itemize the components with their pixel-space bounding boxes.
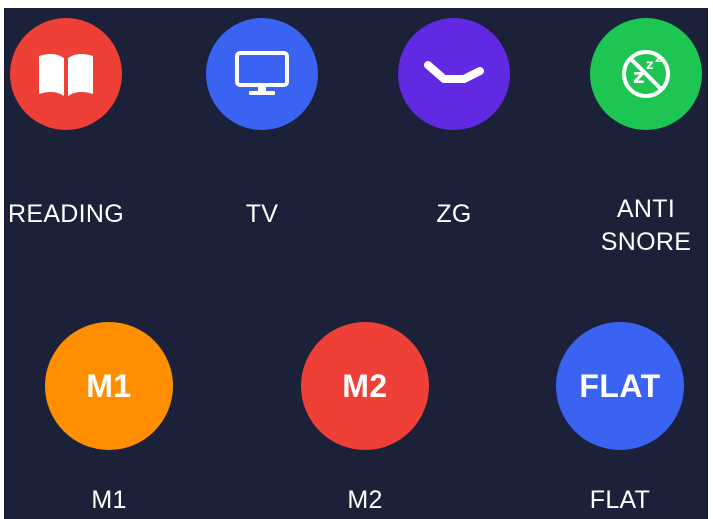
- tv-label: TV: [245, 200, 279, 228]
- zero-gravity-icon: [424, 59, 484, 89]
- anti-snore-button[interactable]: z z z: [590, 18, 702, 130]
- flat-button-text: FLAT: [579, 367, 661, 404]
- anti-snore-label: ANTI SNORE: [571, 193, 708, 259]
- flat-label: FLAT: [589, 486, 651, 514]
- svg-text:z: z: [655, 52, 661, 65]
- zg-button[interactable]: [398, 18, 510, 130]
- reading-button[interactable]: [10, 18, 122, 130]
- open-book-icon: [37, 50, 95, 98]
- m2-label: M2: [347, 486, 383, 514]
- tv-monitor-icon: [234, 50, 290, 98]
- m1-label: M1: [91, 486, 127, 514]
- bed-preset-panel: READING TV ZG z z z ANTI SNORE M1 M1 M2 …: [4, 8, 708, 519]
- m1-button-text: M1: [86, 367, 132, 404]
- anti-snore-label-line2: SNORE: [600, 228, 692, 256]
- no-snore-icon: z z z: [619, 47, 673, 101]
- tv-button[interactable]: [206, 18, 318, 130]
- flat-button[interactable]: FLAT: [556, 322, 684, 450]
- svg-text:z: z: [646, 58, 654, 73]
- m1-button[interactable]: M1: [45, 322, 173, 450]
- m2-button[interactable]: M2: [301, 322, 429, 450]
- reading-label: READING: [7, 200, 124, 228]
- m2-button-text: M2: [342, 367, 388, 404]
- zg-label: ZG: [436, 200, 472, 228]
- anti-snore-label-line1: ANTI: [616, 195, 676, 223]
